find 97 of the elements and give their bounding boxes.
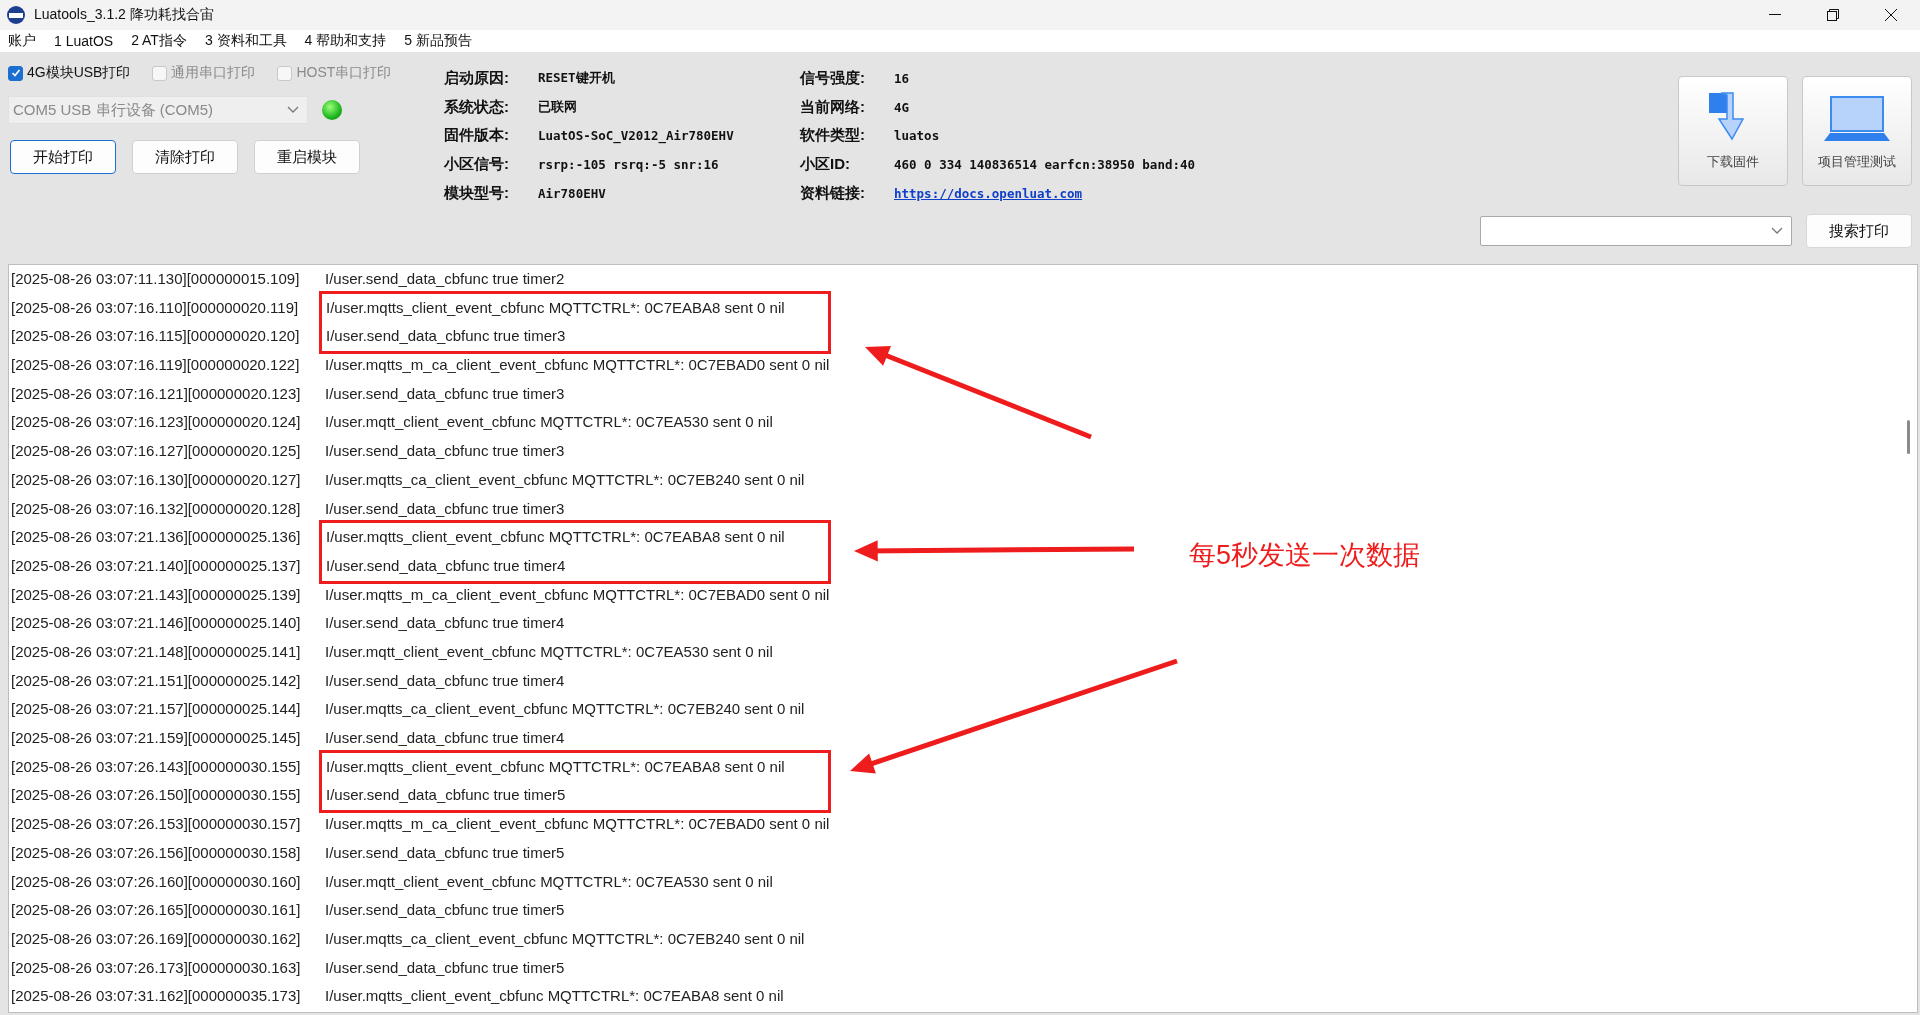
log-timestamp: [2025-08-26 03:07:16.110][000000020.119] xyxy=(10,297,300,318)
info-label: 当前网络: xyxy=(800,97,866,117)
log-message: I/user.send_data_cbfunc true timer3 xyxy=(325,326,567,347)
log-timestamp: [2025-08-26 03:07:21.140][000000025.137] xyxy=(10,555,302,576)
info-value: 已联网 xyxy=(538,98,578,116)
log-timestamp: [2025-08-26 03:07:31.162][000000035.173] xyxy=(10,986,302,1007)
chevron-down-icon xyxy=(287,106,299,114)
info-label: 启动原因: xyxy=(444,68,510,88)
info-label: 模块型号: xyxy=(444,183,510,203)
log-message: I/user.mqtt_client_event_cbfunc MQTTCTRL*: 0C7EA530 sent 0 nil xyxy=(324,871,773,892)
info-value: 16 xyxy=(894,70,911,86)
log-timestamp: [2025-08-26 03:07:21.143][000000025.139] xyxy=(10,584,302,605)
log-timestamp: [2025-08-26 03:07:26.160][000000030.160] xyxy=(10,871,302,892)
info-label: 固件版本: xyxy=(444,126,510,146)
log-message: I/user.send_data_cbfunc true timer3 xyxy=(324,441,565,462)
log-timestamp: [2025-08-26 03:07:26.150][000000030.155] xyxy=(10,785,302,806)
menu-item[interactable]: 2 AT指令 xyxy=(131,32,187,50)
log-message: I/user.mqtt_client_event_cbfunc MQTTCTRL*: 0C7EA530 sent 0 nil xyxy=(324,412,773,433)
log-timestamp: [2025-08-26 03:07:16.127][000000020.125] xyxy=(10,441,302,462)
log-message: I/user.send_data_cbfunc true timer5 xyxy=(325,785,567,806)
info-value: LuatOS-SoC_V2012_Air780EHV xyxy=(538,128,735,144)
log-message: I/user.send_data_cbfunc true timer2 xyxy=(324,269,565,289)
log-timestamp: [2025-08-26 03:07:26.156][000000030.158] xyxy=(10,842,302,863)
log-timestamp: [2025-08-26 03:07:21.159][000000025.145] xyxy=(10,728,302,749)
info-value: RESET键开机 xyxy=(538,69,616,87)
search-dropdown[interactable] xyxy=(1480,216,1792,246)
log-timestamp: [2025-08-26 03:07:16.115][000000020.120] xyxy=(10,326,301,347)
log-message: I/user.mqtts_client_event_cbfunc MQTTCTRL*: 0C7EABA8 sent 0 nil xyxy=(325,297,786,318)
log-message: I/user.mqtts_ca_client_event_cbfunc MQTTCTRL*: 0C7EB240 sent 0 nil xyxy=(324,928,805,949)
log-timestamp: [2025-08-26 03:07:16.123][000000020.124] xyxy=(10,412,302,433)
info-value: Air780EHV xyxy=(538,185,607,201)
action-button[interactable]: 清除打印 xyxy=(132,140,238,174)
action-button[interactable]: 重启模块 xyxy=(254,140,360,174)
log-message: I/user.send_data_cbfunc true timer3 xyxy=(324,498,565,519)
log-message: I/user.mqtts_ca_client_event_cbfunc MQTTCTRL*: 0C7EB240 sent 0 nil xyxy=(324,699,805,720)
log-message: I/user.mqtts_ca_client_event_cbfunc MQTTCTRL*: 0C7EB240 sent 0 nil xyxy=(324,469,805,490)
info-label: 信号强度: xyxy=(800,68,866,88)
log-message: I/user.mqtts_client_event_cbfunc MQTTCTRL*: 0C7EABA8 sent 0 nil xyxy=(324,986,784,1007)
info-value: rsrp:-105 rsrq:-5 snr:16 xyxy=(538,156,720,172)
checkmark-icon xyxy=(10,68,21,78)
log-message: I/user.send_data_cbfunc true timer3 xyxy=(324,383,565,404)
log-timestamp: [2025-08-26 03:07:26.169][000000030.162] xyxy=(10,928,302,949)
menu-item[interactable]: 5 新品预告 xyxy=(404,32,472,50)
tool-button[interactable]: 项目管理测试 xyxy=(1802,76,1912,186)
docs-link[interactable]: https://docs.openluat.com xyxy=(894,185,1196,201)
laptop-icon xyxy=(1822,95,1892,143)
log-message: I/user.send_data_cbfunc true timer4 xyxy=(324,728,565,749)
log-timestamp: [2025-08-26 03:07:26.153][000000030.157] xyxy=(10,814,302,835)
log-timestamp: [2025-08-26 03:07:21.146][000000025.140] xyxy=(10,613,302,634)
info-value: luatos xyxy=(894,128,941,144)
menu-item[interactable]: 3 资料和工具 xyxy=(204,32,287,50)
annotation-text: 每5秒发送一次数据 xyxy=(1189,539,1421,572)
log-timestamp: [2025-08-26 03:07:26.143][000000030.155] xyxy=(10,756,302,777)
log-message: I/user.send_data_cbfunc true timer4 xyxy=(324,613,565,634)
log-message: I/user.mqtts_m_ca_client_event_cbfunc MQTTCTRL*: 0C7EBAD0 sent 0 nil xyxy=(324,584,830,605)
log-message: I/user.send_data_cbfunc true timer5 xyxy=(324,842,565,863)
close-icon xyxy=(1885,9,1897,21)
restore-icon xyxy=(1827,9,1839,21)
log-message: I/user.mqtts_client_event_cbfunc MQTTCTRL*: 0C7EABA8 sent 0 nil xyxy=(325,756,786,777)
tool-button[interactable]: 下载固件 xyxy=(1678,76,1788,186)
search-button[interactable]: 搜索打印 xyxy=(1806,214,1912,248)
info-value: 460 0 334 140836514 earfcn:38950 band:40 xyxy=(894,156,1196,172)
info-label: 软件类型: xyxy=(800,126,866,146)
log-timestamp: [2025-08-26 03:07:21.157][000000025.144] xyxy=(10,699,302,720)
log-timestamp: [2025-08-26 03:07:16.121][000000020.123] xyxy=(10,383,302,404)
menu-item[interactable]: 1 LuatOS xyxy=(54,33,114,49)
info-label: 资料链接: xyxy=(800,183,866,203)
info-label: 系统状态: xyxy=(444,97,510,117)
log-message: I/user.send_data_cbfunc true timer5 xyxy=(324,957,565,978)
log-timestamp: [2025-08-26 03:07:16.132][000000020.128] xyxy=(10,498,302,519)
print-option-checkbox[interactable]: 4G模块USB打印 xyxy=(8,64,131,82)
minimize-icon xyxy=(1769,14,1781,16)
scrollbar-thumb[interactable] xyxy=(1906,420,1910,454)
log-message: I/user.send_data_cbfunc true timer4 xyxy=(325,555,567,576)
chevron-down-icon xyxy=(1771,227,1783,235)
app-logo-icon xyxy=(6,5,26,25)
info-value: 4G xyxy=(894,99,911,115)
info-label: 小区ID: xyxy=(800,154,851,174)
log-message: I/user.send_data_cbfunc true timer4 xyxy=(324,670,565,691)
log-message: I/user.mqtt_client_event_cbfunc MQTTCTRL*: 0C7EA530 sent 0 nil xyxy=(324,642,773,662)
window-title: Luatools_3.1.2 降功耗找合宙 xyxy=(34,6,215,24)
action-button[interactable]: 开始打印 xyxy=(10,140,116,174)
log-timestamp: [2025-08-26 03:07:11.130][000000015.109] xyxy=(10,269,301,289)
log-timestamp: [2025-08-26 03:07:26.165][000000030.161] xyxy=(10,900,302,921)
log-message: I/user.mqtts_m_ca_client_event_cbfunc MQTTCTRL*: 0C7EBAD0 sent 0 nil xyxy=(324,814,830,835)
log-timestamp: [2025-08-26 03:07:21.148][000000025.141] xyxy=(10,642,302,662)
log-message: I/user.mqtts_m_ca_client_event_cbfunc MQTTCTRL*: 0C7EBAD0 sent 0 nil xyxy=(324,355,830,376)
log-message: I/user.send_data_cbfunc true timer5 xyxy=(324,900,565,921)
log-timestamp: [2025-08-26 03:07:21.151][000000025.142] xyxy=(10,670,302,691)
menu-item[interactable]: 4 帮助和支持 xyxy=(304,32,387,50)
info-label: 小区信号: xyxy=(444,154,510,174)
log-timestamp: [2025-08-26 03:07:21.136][000000025.136] xyxy=(10,527,302,548)
log-timestamp: [2025-08-26 03:07:16.130][000000020.127] xyxy=(10,469,302,490)
log-timestamp: [2025-08-26 03:07:26.173][000000030.163] xyxy=(10,957,302,978)
menu-item[interactable]: 账户 xyxy=(8,32,36,50)
log-timestamp: [2025-08-26 03:07:16.119][000000020.122] xyxy=(10,355,301,376)
log-message: I/user.mqtts_client_event_cbfunc MQTTCTRL*: 0C7EABA8 sent 0 nil xyxy=(325,527,786,548)
